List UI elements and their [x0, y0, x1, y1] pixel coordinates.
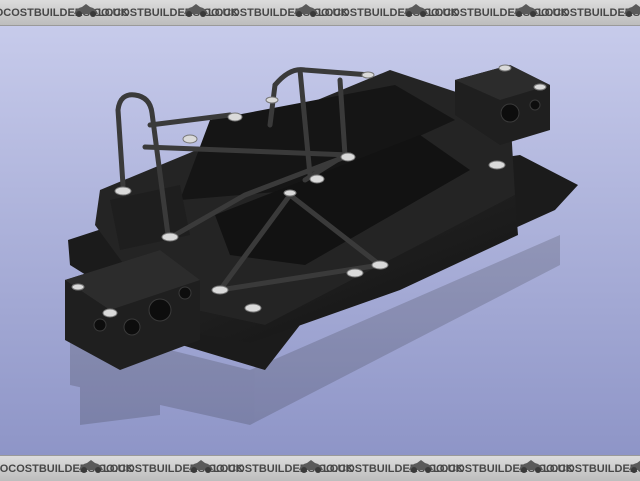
watermark-tile: LOCOSTBUILDERS.CO.UK	[290, 0, 459, 25]
car-logo-icon	[515, 458, 545, 479]
watermark-tile: LOCOSTBUILDERS.CO.UK	[510, 0, 640, 25]
watermark-tile: LOCOSTBUILDERS.CO.UK	[75, 456, 244, 481]
car-logo-icon	[180, 2, 210, 23]
watermark-tile: LOCOSTBUILDERS.CO.UK	[0, 456, 134, 481]
watermark-tile: LOCOSTBUILDERS.CO.UK	[400, 0, 569, 25]
car-logo-icon	[400, 2, 430, 23]
watermark-tile: LOCOSTBUILDERS.CO.UK	[405, 456, 574, 481]
chassis-render	[0, 25, 640, 455]
watermark-banner-bottom: LOCOSTBUILDERS.CO.UK LOCOSTBUILDERS.CO.UK…	[0, 455, 640, 481]
car-logo-icon	[625, 458, 640, 479]
car-logo-icon	[185, 458, 215, 479]
watermark-tile: LOCOSTBUILDERS.CO.UK	[295, 456, 464, 481]
car-logo-icon	[290, 2, 320, 23]
car-logo-icon	[75, 458, 105, 479]
watermark-tile: LOCOSTBUILDERS.CO.UK	[180, 0, 349, 25]
watermark-tile: LOCOSTBUILDERS.CO.UK	[185, 456, 354, 481]
watermark-tile: LOCOSTBUILDERS.CO.UK	[70, 0, 239, 25]
car-logo-icon	[510, 2, 540, 23]
watermark-tile: LOCOSTBUILDERS.CO.UK	[0, 0, 129, 25]
car-logo-icon	[295, 458, 325, 479]
car-logo-icon	[620, 2, 640, 23]
watermark-tile: LOCOSTBUILDERS.CO.UK	[515, 456, 640, 481]
watermark-banner-top: LOCOSTBUILDERS.CO.UK LOCOSTBUILDERS.CO.UK…	[0, 0, 640, 26]
car-logo-icon	[405, 458, 435, 479]
watermark-tile: LOCOSTBUILDERS.CO.UK	[620, 0, 640, 25]
car-logo-icon	[70, 2, 100, 23]
watermark-tile: LOCOSTBUILDERS.CO.UK	[625, 456, 640, 481]
